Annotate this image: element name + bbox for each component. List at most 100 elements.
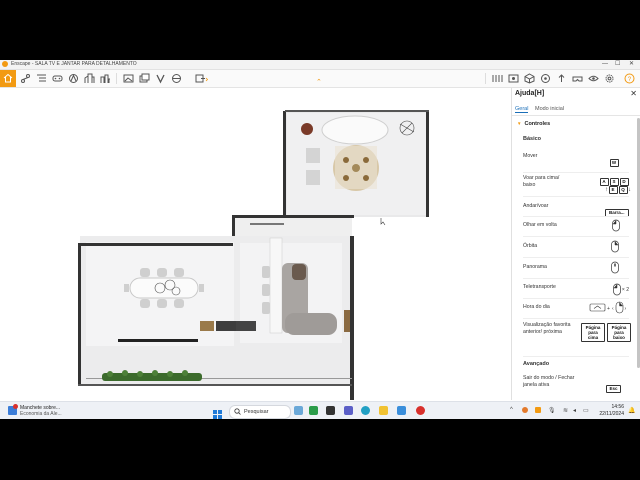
city-icon	[100, 74, 110, 83]
building-icon	[84, 73, 95, 83]
export-button[interactable]	[195, 73, 209, 84]
control-row-time-of-day: Hora do dia + ‹ ›	[523, 301, 629, 315]
control-row-walk-fly: Andar/voar Barra...	[523, 201, 629, 217]
key-page-down: Página para baixo	[607, 323, 631, 342]
control-label: Sair do modo / Fechar janela ativa	[523, 375, 575, 388]
file-explorer-icon[interactable]	[379, 406, 388, 415]
arrow-up-icon: ↑	[605, 187, 608, 193]
search-placeholder: Pesquisar	[244, 408, 269, 415]
control-label: Panorama	[523, 264, 547, 270]
help-button[interactable]: ?	[624, 73, 635, 84]
start-button[interactable]	[213, 406, 222, 419]
key-page-up: Página para cima	[581, 323, 605, 342]
walk-mode-button[interactable]	[20, 73, 31, 84]
views-button[interactable]	[492, 73, 503, 84]
task-view-icon[interactable]	[326, 406, 335, 415]
key-e: E	[608, 186, 618, 194]
advanced-subsection: Avançado	[523, 361, 550, 367]
wifi-icon[interactable]: ≋	[563, 407, 568, 414]
gamepad-button[interactable]	[52, 73, 63, 84]
atlas-icon	[69, 74, 78, 83]
chrome-icon[interactable]	[416, 406, 425, 415]
capture-icon	[508, 74, 519, 83]
svg-text:›: ›	[625, 306, 627, 312]
taskbar-app-green-icon[interactable]	[309, 406, 318, 415]
help-tabs: Geral Modo inicial	[515, 106, 569, 113]
help-panel: Ajuda[H] ✕ Geral Modo inicial ▼ Controles…	[511, 88, 640, 400]
news-widget[interactable]: Manchete sobre... Economia da Ale...	[8, 404, 73, 418]
control-label: Visualização favorita anterior/ próxima	[523, 322, 571, 335]
volume-icon[interactable]: ◂	[573, 407, 576, 414]
controls-section[interactable]: ▼ Controles	[517, 121, 550, 127]
layers-button[interactable]	[36, 73, 47, 84]
control-row-favorite-view: Visualização favorita anterior/ próxima …	[523, 322, 631, 352]
system-clock[interactable]: 14:56 22/11/2024	[599, 404, 624, 417]
home-button[interactable]	[0, 70, 16, 87]
video-icon	[156, 74, 165, 84]
panorama-button[interactable]	[171, 73, 182, 84]
home-icon	[3, 73, 13, 83]
arrow-down-icon: ↓	[628, 187, 631, 193]
materials-button[interactable]	[540, 73, 551, 84]
visibility-button[interactable]	[588, 73, 599, 84]
batch-render-button[interactable]	[139, 73, 150, 84]
close-window-button[interactable]: ✕	[629, 60, 634, 69]
control-row-exit-mode: Sair do modo / Fechar janela ativa Esc	[523, 375, 629, 393]
svg-text:‹: ‹	[612, 306, 614, 312]
control-row-fly: Voar para cima/ baixo ↑ E Q ↓	[523, 175, 631, 194]
os-taskbar: Manchete sobre... Economia da Ale... Pes…	[0, 401, 640, 419]
mouse-right-icon	[610, 240, 620, 258]
taskbar-app-widget-icon[interactable]	[294, 406, 303, 415]
tab-geral[interactable]: Geral	[515, 106, 529, 113]
control-label: Órbita	[523, 243, 538, 249]
notifications-icon[interactable]: 🔔	[628, 407, 635, 414]
route-icon	[21, 74, 30, 83]
window-title: Enscape - SALA TV E JANTAR PARA DETALHAM…	[11, 61, 137, 67]
maximize-button[interactable]: ☐	[615, 60, 620, 69]
tray-enscape-icon[interactable]	[535, 407, 541, 413]
control-row-orbit: Órbita	[523, 240, 629, 254]
chevron-up-icon[interactable]: ^	[510, 407, 513, 413]
teams-icon[interactable]	[344, 406, 353, 415]
buildings-button[interactable]	[100, 73, 111, 84]
control-row-panorama: Panorama	[523, 261, 629, 275]
microphone-icon[interactable]: 🎙	[548, 407, 556, 414]
minimize-button[interactable]: —	[602, 60, 608, 69]
mouse-double-icon: × 2	[612, 281, 629, 299]
close-panel-button[interactable]: ✕	[630, 89, 637, 98]
esc-key: Esc	[606, 377, 621, 395]
render-viewport[interactable]	[0, 88, 510, 400]
object-button[interactable]	[524, 73, 535, 84]
control-label: Voar para cima/ baixo	[523, 175, 560, 188]
svg-text:+: +	[607, 306, 610, 312]
tray-app-icon[interactable]	[522, 407, 528, 413]
mouse-left-icon	[611, 219, 621, 237]
mouse-middle-icon	[610, 261, 620, 279]
upload-button[interactable]	[556, 73, 567, 84]
edge-icon[interactable]	[361, 406, 370, 415]
store-icon[interactable]	[397, 406, 406, 415]
control-row-teleport: Teletransporte × 2	[523, 281, 629, 296]
settings-button[interactable]	[604, 73, 615, 84]
page-keys: Página para cima Página para baixo	[581, 323, 631, 342]
taskbar-search[interactable]: Pesquisar	[229, 405, 291, 419]
control-label: Mover	[523, 153, 538, 159]
battery-icon[interactable]: ▭	[583, 407, 589, 414]
notification-badge	[13, 404, 18, 409]
asset-library-button[interactable]	[84, 73, 95, 84]
double-click-suffix: × 2	[621, 286, 629, 293]
batch-render-icon	[139, 73, 150, 83]
control-label: Hora do dia	[523, 304, 550, 310]
capture-button[interactable]	[508, 73, 519, 84]
chevron-up-icon[interactable]: ⌃	[316, 78, 322, 86]
screenshot-button[interactable]	[123, 73, 134, 84]
floor-plan-render	[78, 110, 429, 400]
key-w: W	[609, 159, 619, 167]
control-row-move: Mover W ASD	[523, 151, 629, 186]
tab-modo-inicial[interactable]: Modo inicial	[535, 106, 564, 112]
vr-button[interactable]	[572, 73, 583, 84]
video-editor-button[interactable]	[155, 73, 166, 84]
help-icon: ?	[624, 73, 635, 84]
atlas-button[interactable]	[68, 73, 79, 84]
vr-headset-icon	[572, 76, 583, 82]
